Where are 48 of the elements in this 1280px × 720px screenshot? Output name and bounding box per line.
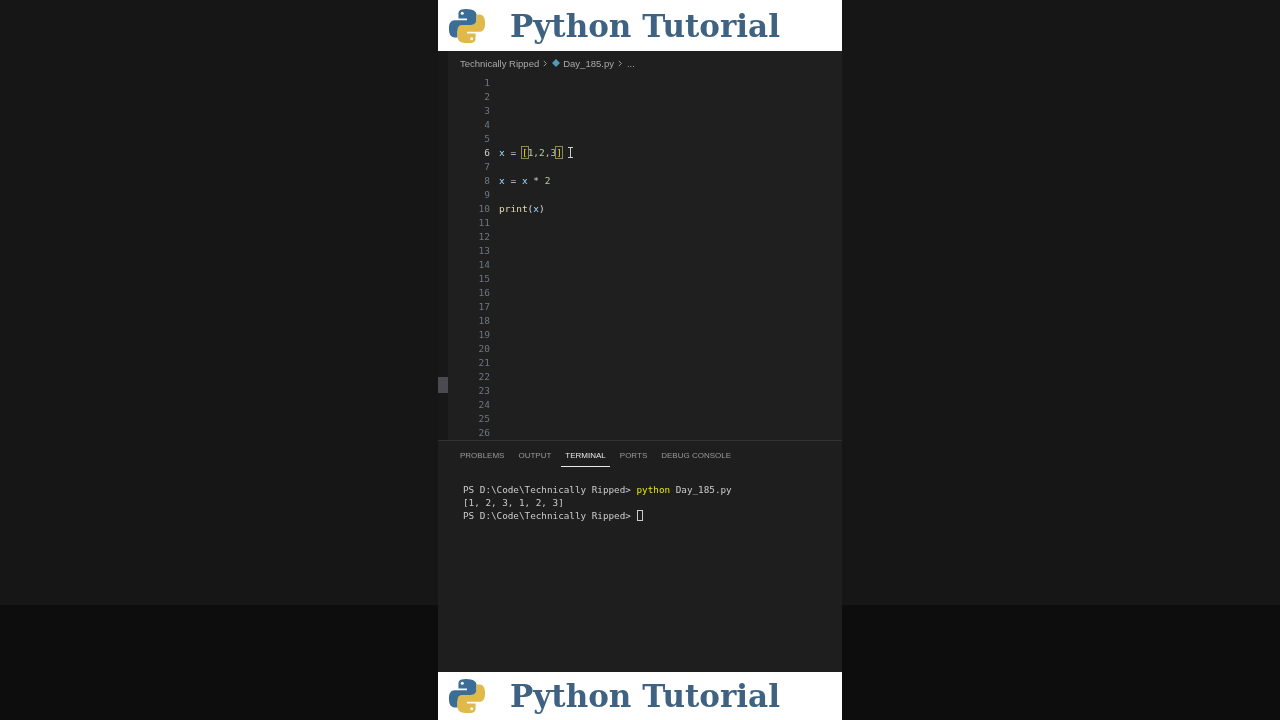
line-number: 19 <box>477 329 490 341</box>
line-number: 10 <box>477 203 490 215</box>
terminal-line: [1, 2, 3, 1, 2, 3] <box>463 497 564 508</box>
line-number: 26 <box>477 427 490 439</box>
line-number: 20 <box>477 343 490 355</box>
line-number: 14 <box>477 259 490 271</box>
line-number: 5 <box>483 133 490 145</box>
logo-icon <box>448 6 486 45</box>
line-number: 25 <box>477 413 490 425</box>
line-number: 17 <box>477 301 490 313</box>
line-number: 3 <box>483 105 490 117</box>
code-line: x = [1,2,3] <box>499 147 562 159</box>
line-number: 11 <box>477 217 490 229</box>
panel-tab[interactable]: PORTS <box>615 445 652 467</box>
line-number: 4 <box>483 119 490 131</box>
breadcrumb-item[interactable]: Day_185.py <box>563 57 614 69</box>
breadcrumb-item[interactable]: ... <box>626 57 635 69</box>
banner-title: Python Tutorial <box>510 678 780 714</box>
line-number: 6 <box>483 147 490 159</box>
panel-tab[interactable]: OUTPUT <box>514 445 556 467</box>
panel-tab[interactable]: PROBLEMS <box>456 445 509 467</box>
line-number: 2 <box>483 91 490 103</box>
chevron-icon <box>542 59 550 67</box>
scrollbar[interactable] <box>438 51 448 440</box>
line-number: 8 <box>483 175 490 187</box>
chevron-icon <box>616 59 624 67</box>
line-number: 9 <box>483 189 490 201</box>
breadcrumb-item[interactable]: Technically Ripped <box>460 57 540 69</box>
line-number: 24 <box>477 399 490 411</box>
line-number: 21 <box>477 357 490 369</box>
code-line: x = x * 2 <box>499 175 551 187</box>
terminal-line: PS D:\Code\Technically Ripped> <box>463 510 632 521</box>
file-icon <box>552 59 561 68</box>
line-number: 12 <box>477 231 490 243</box>
line-number: 7 <box>483 161 490 173</box>
code-line: print(x) <box>499 203 545 215</box>
line-number: 23 <box>477 385 490 397</box>
panel-tab[interactable]: DEBUG CONSOLE <box>657 445 736 467</box>
panel-tab[interactable]: TERMINAL <box>561 445 610 467</box>
line-number: 15 <box>477 273 490 285</box>
line-number: 22 <box>477 371 490 383</box>
line-number: 13 <box>477 245 490 257</box>
terminal-line: PS D:\Code\Technically Ripped> python Day_185.py <box>463 484 732 495</box>
line-number: 16 <box>477 287 490 299</box>
logo-icon <box>448 677 486 715</box>
banner-title: Python Tutorial <box>510 7 780 44</box>
line-number: 18 <box>477 315 490 327</box>
line-number: 1 <box>483 77 490 89</box>
